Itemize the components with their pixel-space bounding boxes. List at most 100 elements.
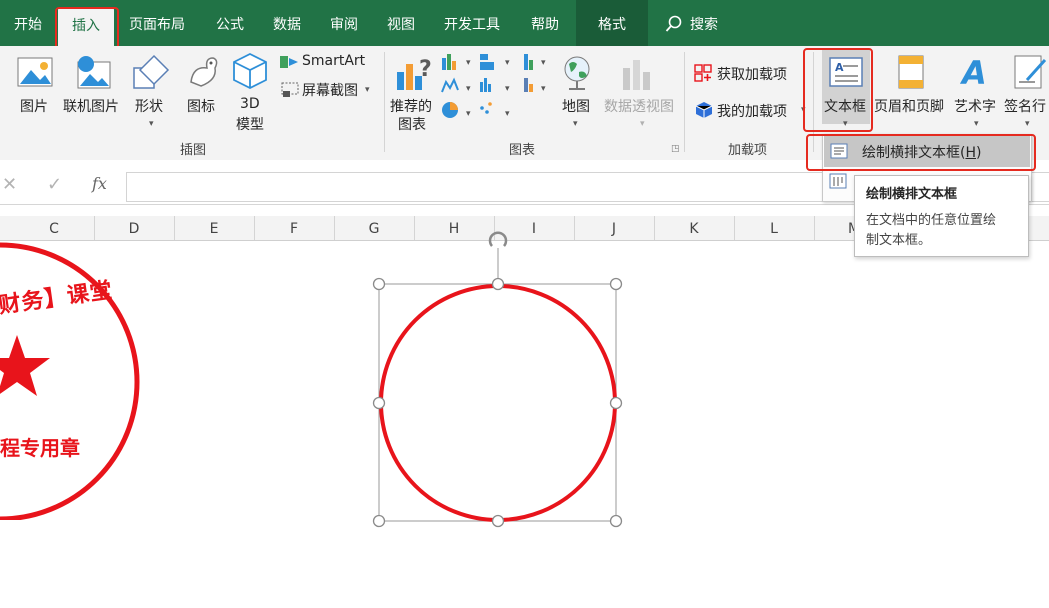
chart-caret-1[interactable]: ▾ — [466, 58, 471, 68]
search-box[interactable]: 搜索 — [690, 0, 718, 46]
tab-view[interactable]: 视图 — [387, 0, 415, 46]
dialog-launcher-icon[interactable]: ◳ — [671, 144, 680, 154]
tab-page-layout[interactable]: 页面布局 — [129, 0, 185, 46]
resize-handle[interactable] — [372, 396, 386, 410]
shapes-icon — [132, 54, 172, 96]
recommended-chart-icon: ? — [395, 54, 435, 96]
resize-handle[interactable] — [609, 396, 623, 410]
signature-line-button[interactable]: 签名行 — [1004, 96, 1046, 116]
shapes-dropdown-caret[interactable]: ▾ — [149, 119, 154, 129]
rotate-handle-icon[interactable] — [488, 231, 508, 247]
tab-home[interactable]: 开始 — [14, 0, 42, 46]
textbox-label[interactable]: 文本框 — [824, 96, 866, 116]
tab-formulas[interactable]: 公式 — [216, 0, 244, 46]
column-header-l[interactable]: L — [734, 216, 814, 240]
menu-item-draw-horizontal-textbox[interactable]: 绘制横排文本框(H) — [824, 136, 1030, 167]
chart-caret-5[interactable]: ▾ — [505, 84, 510, 94]
charts-group-label: 图表 — [509, 143, 536, 158]
maps-button[interactable]: 地图 — [562, 96, 590, 116]
tab-help[interactable]: 帮助 — [531, 0, 559, 46]
chart-caret-8[interactable]: ▾ — [505, 109, 510, 119]
cube-3d-icon — [232, 52, 268, 94]
stamp-star — [0, 335, 50, 396]
vertical-textbox-icon[interactable] — [829, 173, 847, 193]
enter-icon[interactable]: ✓ — [47, 174, 62, 195]
map-globe-icon — [561, 54, 593, 96]
model3d-button-line2[interactable]: 模型 — [236, 114, 264, 134]
horizontal-textbox-icon — [830, 143, 848, 163]
tab-insert[interactable]: 插入 — [58, 8, 114, 46]
screenshot-icon — [281, 82, 301, 102]
signature-dropdown-caret[interactable]: ▾ — [1025, 119, 1030, 129]
menu-item-label: 绘制横排文本框(H) — [862, 142, 981, 162]
my-addins-button[interactable]: 我的加载项 — [717, 101, 787, 121]
chart-caret-4[interactable]: ▾ — [466, 84, 471, 94]
icons-icon — [183, 52, 223, 96]
red-circle[interactable] — [379, 284, 617, 522]
screenshot-button[interactable]: 屏幕截图 — [302, 80, 358, 100]
chart-caret-7[interactable]: ▾ — [466, 109, 471, 119]
pivotchart-dropdown-caret[interactable]: ▾ — [640, 119, 645, 129]
header-footer-icon — [896, 54, 926, 94]
chart-caret-2[interactable]: ▾ — [505, 58, 510, 68]
online-pictures-button[interactable]: 联机图片 — [63, 96, 119, 116]
wordart-icon: A — [958, 54, 992, 94]
tab-developer[interactable]: 开发工具 — [444, 0, 500, 46]
chart-caret-3[interactable]: ▾ — [541, 58, 546, 68]
group-divider — [384, 52, 385, 152]
column-header-e[interactable]: E — [174, 216, 254, 240]
recommended-charts-line2[interactable]: 图表 — [398, 114, 426, 134]
resize-handle[interactable] — [491, 514, 505, 528]
menu-item-paren: ) — [976, 145, 982, 161]
pictures-button[interactable]: 图片 — [20, 96, 48, 116]
chart-caret-6[interactable]: ▾ — [541, 84, 546, 94]
smartart-icon — [279, 54, 299, 74]
get-addins-icon — [694, 64, 712, 86]
maps-dropdown-caret[interactable]: ▾ — [573, 119, 578, 129]
column-header-k[interactable]: K — [654, 216, 734, 240]
group-divider — [813, 52, 814, 152]
column-header-d[interactable]: D — [94, 216, 174, 240]
menu-item-hotkey: H — [965, 145, 976, 161]
group-divider — [684, 52, 685, 152]
chart-type-grid-icon[interactable] — [440, 52, 552, 134]
my-addins-dropdown-caret[interactable]: ▾ — [801, 105, 806, 115]
svg-text:?: ? — [419, 57, 432, 82]
textbox-icon: A — [828, 56, 864, 92]
shapes-button[interactable]: 形状 — [135, 96, 163, 116]
pivotchart-button[interactable]: 数据透视图 — [604, 96, 674, 116]
menu-item-text: 绘制横排文本框( — [862, 145, 966, 161]
insert-function-icon[interactable]: fx — [92, 174, 107, 193]
online-picture-icon — [72, 54, 116, 96]
get-addins-button[interactable]: 获取加载项 — [717, 64, 787, 84]
my-addins-icon — [695, 101, 713, 123]
screenshot-dropdown-caret[interactable]: ▾ — [365, 85, 370, 95]
column-header-c[interactable]: C — [14, 216, 94, 240]
tooltip-title: 绘制横排文本框 — [866, 187, 958, 202]
pivotchart-icon — [620, 56, 656, 96]
svg-text:A: A — [835, 61, 844, 74]
addins-group-label: 加载项 — [728, 143, 768, 158]
column-header-f[interactable]: F — [254, 216, 334, 240]
header-footer-button[interactable]: 页眉和页脚 — [874, 96, 944, 116]
resize-handle[interactable] — [372, 514, 386, 528]
resize-handle[interactable] — [372, 277, 386, 291]
icons-button[interactable]: 图标 — [187, 96, 215, 116]
resize-handle[interactable] — [491, 277, 505, 291]
stamp-bottom-text: 程专用章 — [0, 436, 80, 460]
resize-handle[interactable] — [609, 514, 623, 528]
recommended-charts-line1[interactable]: 推荐的 — [390, 96, 432, 116]
model3d-button-line1[interactable]: 3D — [240, 96, 260, 112]
textbox-dropdown-caret[interactable]: ▾ — [843, 119, 848, 129]
smartart-button[interactable]: SmartArt — [302, 53, 365, 69]
wordart-dropdown-caret[interactable]: ▾ — [974, 119, 979, 129]
tab-data[interactable]: 数据 — [273, 0, 301, 46]
resize-handle[interactable] — [609, 277, 623, 291]
wordart-button[interactable]: 艺术字 — [954, 96, 996, 116]
svg-text:A: A — [959, 54, 987, 90]
illustrations-group-label: 插图 — [180, 143, 207, 158]
selected-circle-shape[interactable] — [366, 228, 632, 538]
tab-format[interactable]: 格式 — [576, 0, 648, 46]
cancel-icon[interactable]: ✕ — [2, 174, 17, 195]
tab-review[interactable]: 审阅 — [330, 0, 358, 46]
